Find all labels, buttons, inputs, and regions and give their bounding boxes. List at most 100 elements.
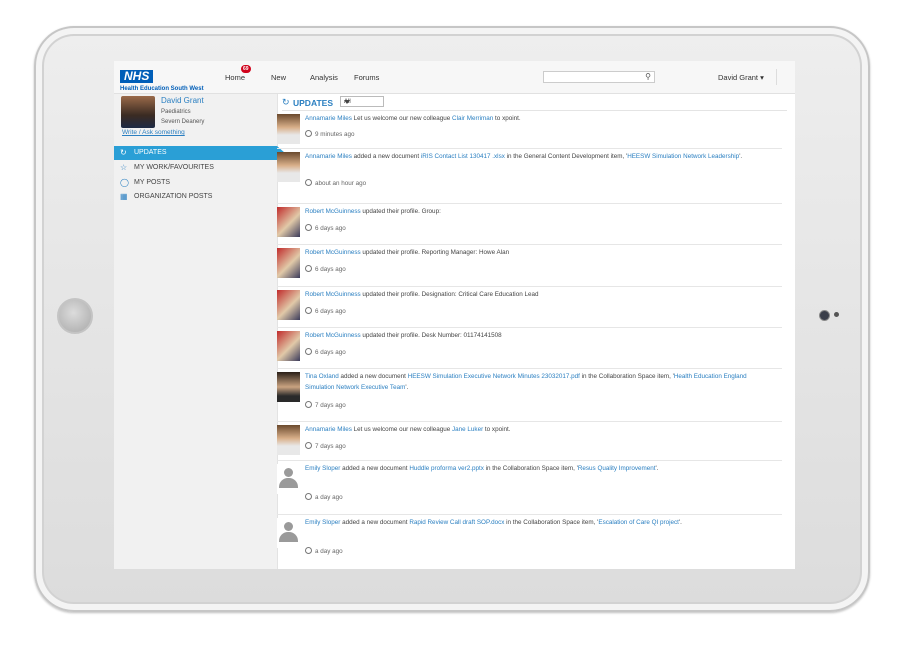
actor-link[interactable]: Emily Sloper [305, 519, 340, 526]
timestamp: 6 days ago [305, 348, 346, 356]
feed-filter-select[interactable]: All [340, 96, 384, 107]
nhs-logo[interactable]: NHS Health Education South West [120, 67, 204, 92]
timestamp: 7 days ago [305, 442, 346, 450]
feed-item: Robert McGuinness updated their profile.… [277, 287, 782, 328]
nav-analysis[interactable]: Analysis [310, 73, 338, 82]
colleague-link[interactable]: Clair Merriman [452, 115, 493, 122]
document-link[interactable]: Rapid Review Call draft SOP.docx [409, 519, 504, 526]
clock-icon [305, 493, 312, 500]
feed-item: Tina Oxland added a new document HEESW S… [277, 369, 782, 422]
feed-text: updated their profile. Designation: Crit… [360, 291, 539, 298]
feed-title: UPDATES [293, 98, 333, 108]
avatar[interactable] [277, 372, 300, 402]
avatar[interactable] [277, 248, 300, 278]
avatar[interactable] [277, 114, 300, 144]
nav-forums[interactable]: Forums [354, 73, 379, 82]
avatar[interactable] [121, 96, 155, 128]
nav-home[interactable]: Home [225, 73, 245, 82]
feed-text: updated their profile. Reporting Manager… [360, 249, 510, 256]
left-sidebar: David Grant Paediatrics Severn Deanery W… [114, 94, 285, 569]
sidebar-item-updates[interactable]: ↻ UPDATES [114, 146, 285, 160]
app-screen: NHS Health Education South West Home 69 … [114, 61, 795, 569]
sidebar-item-label: MY WORK/FAVOURITES [134, 164, 214, 171]
sidebar-item-my-work[interactable]: ☆ MY WORK/FAVOURITES [114, 161, 277, 175]
person-icon [279, 478, 298, 488]
actor-link[interactable]: Robert McGuinness [305, 249, 361, 256]
sensor-icon [834, 312, 839, 317]
search-icon[interactable]: ⚲ [645, 72, 651, 81]
timestamp: a day ago [305, 547, 343, 555]
document-link[interactable]: iRIS Contact List 130417 .xlsx [421, 153, 505, 160]
avatar[interactable] [277, 207, 300, 237]
feed-item-text: Annamarie Miles Let us welcome our new c… [305, 424, 775, 435]
feed-item-text: Annamarie Miles added a new document iRI… [305, 151, 775, 162]
feed-item: Emily Sloper added a new document Huddle… [277, 461, 782, 515]
notification-badge: 69 [241, 65, 251, 73]
feed-item-text: Annamarie Miles Let us welcome our new c… [305, 113, 775, 124]
item-link[interactable]: Resus Quality Improvement [578, 465, 656, 472]
feed-text: in the Collaboration Space item, ' [483, 465, 578, 472]
feed-text: added a new document [340, 519, 410, 526]
logo-subtitle: Health Education South West [120, 86, 204, 92]
feed-text: '. [405, 384, 409, 391]
feed-text: '. [739, 153, 743, 160]
avatar[interactable] [277, 464, 300, 494]
clock-icon [305, 130, 312, 137]
feed-item-text: Robert McGuinness updated their profile.… [305, 330, 775, 341]
top-navbar: NHS Health Education South West Home 69 … [114, 61, 795, 94]
search-input[interactable]: ⚲ [543, 71, 655, 83]
feed-text: to xpoint. [483, 426, 511, 433]
item-link[interactable]: Escalation of Care QI project [598, 519, 679, 526]
person-icon [284, 522, 293, 531]
time-text: a day ago [315, 494, 343, 501]
user-menu[interactable]: David Grant ▾ [718, 73, 764, 82]
actor-link[interactable]: Annamarie Miles [305, 115, 352, 122]
document-link[interactable]: Huddle proforma ver2.pptx [409, 465, 484, 472]
actor-link[interactable]: Annamarie Miles [305, 426, 352, 433]
avatar[interactable] [277, 425, 300, 455]
avatar[interactable] [277, 290, 300, 320]
actor-link[interactable]: Emily Sloper [305, 465, 340, 472]
feed-item: Robert McGuinness updated their profile.… [277, 328, 782, 369]
person-icon [279, 532, 298, 542]
avatar[interactable] [277, 331, 300, 361]
logo-mark: NHS [120, 70, 154, 83]
clock-icon [305, 442, 312, 449]
actor-link[interactable]: Robert McGuinness [305, 208, 361, 215]
camera-icon [819, 310, 830, 321]
feed-item: Annamarie Miles added a new document iRI… [277, 149, 782, 204]
clock-icon [305, 401, 312, 408]
document-link[interactable]: HEESW Simulation Executive Network Minut… [408, 373, 580, 380]
feed-item: Annamarie Miles Let us welcome our new c… [277, 422, 782, 461]
feed-text: in the Collaboration Space item, ' [504, 519, 599, 526]
clock-icon [305, 547, 312, 554]
item-link[interactable]: HEESW Simulation Network Leadership [627, 153, 739, 160]
refresh-icon: ↻ [282, 97, 290, 107]
feed-item-text: Emily Sloper added a new document Huddle… [305, 463, 685, 474]
actor-link[interactable]: Robert McGuinness [305, 332, 361, 339]
avatar[interactable] [277, 152, 300, 182]
feed-header: ↻ UPDATES All [282, 94, 787, 111]
feed-item: Robert McGuinness updated their profile.… [277, 245, 782, 287]
updates-feed: ↻ UPDATES All Annamarie Miles Let us wel… [277, 94, 795, 569]
profile-deanery: Severn Deanery [161, 119, 205, 125]
timestamp: a day ago [305, 493, 343, 501]
actor-link[interactable]: Tina Oxland [305, 373, 339, 380]
actor-link[interactable]: Annamarie Miles [305, 153, 352, 160]
nav-new[interactable]: New [271, 73, 286, 82]
colleague-link[interactable]: Jane Luker [452, 426, 483, 433]
chevron-down-icon [344, 100, 350, 104]
sidebar-item-label: UPDATES [134, 149, 167, 156]
timestamp: 9 minutes ago [305, 130, 355, 138]
speech-bubble-icon: ◯ [120, 178, 129, 187]
feed-item: Robert McGuinness updated their profile.… [277, 204, 782, 245]
time-text: a day ago [315, 548, 343, 555]
write-ask-link[interactable]: Write / Ask something [122, 129, 185, 136]
avatar[interactable] [277, 518, 300, 548]
feed-item: Emily Sloper added a new document Rapid … [277, 515, 782, 567]
actor-link[interactable]: Robert McGuinness [305, 291, 361, 298]
sidebar-item-my-posts[interactable]: ◯ MY POSTS [114, 176, 277, 190]
profile-name[interactable]: David Grant [161, 96, 204, 105]
sidebar-item-organization-posts[interactable]: ▦ ORGANIZATION POSTS [114, 190, 277, 204]
tablet-home-button[interactable] [57, 298, 93, 334]
